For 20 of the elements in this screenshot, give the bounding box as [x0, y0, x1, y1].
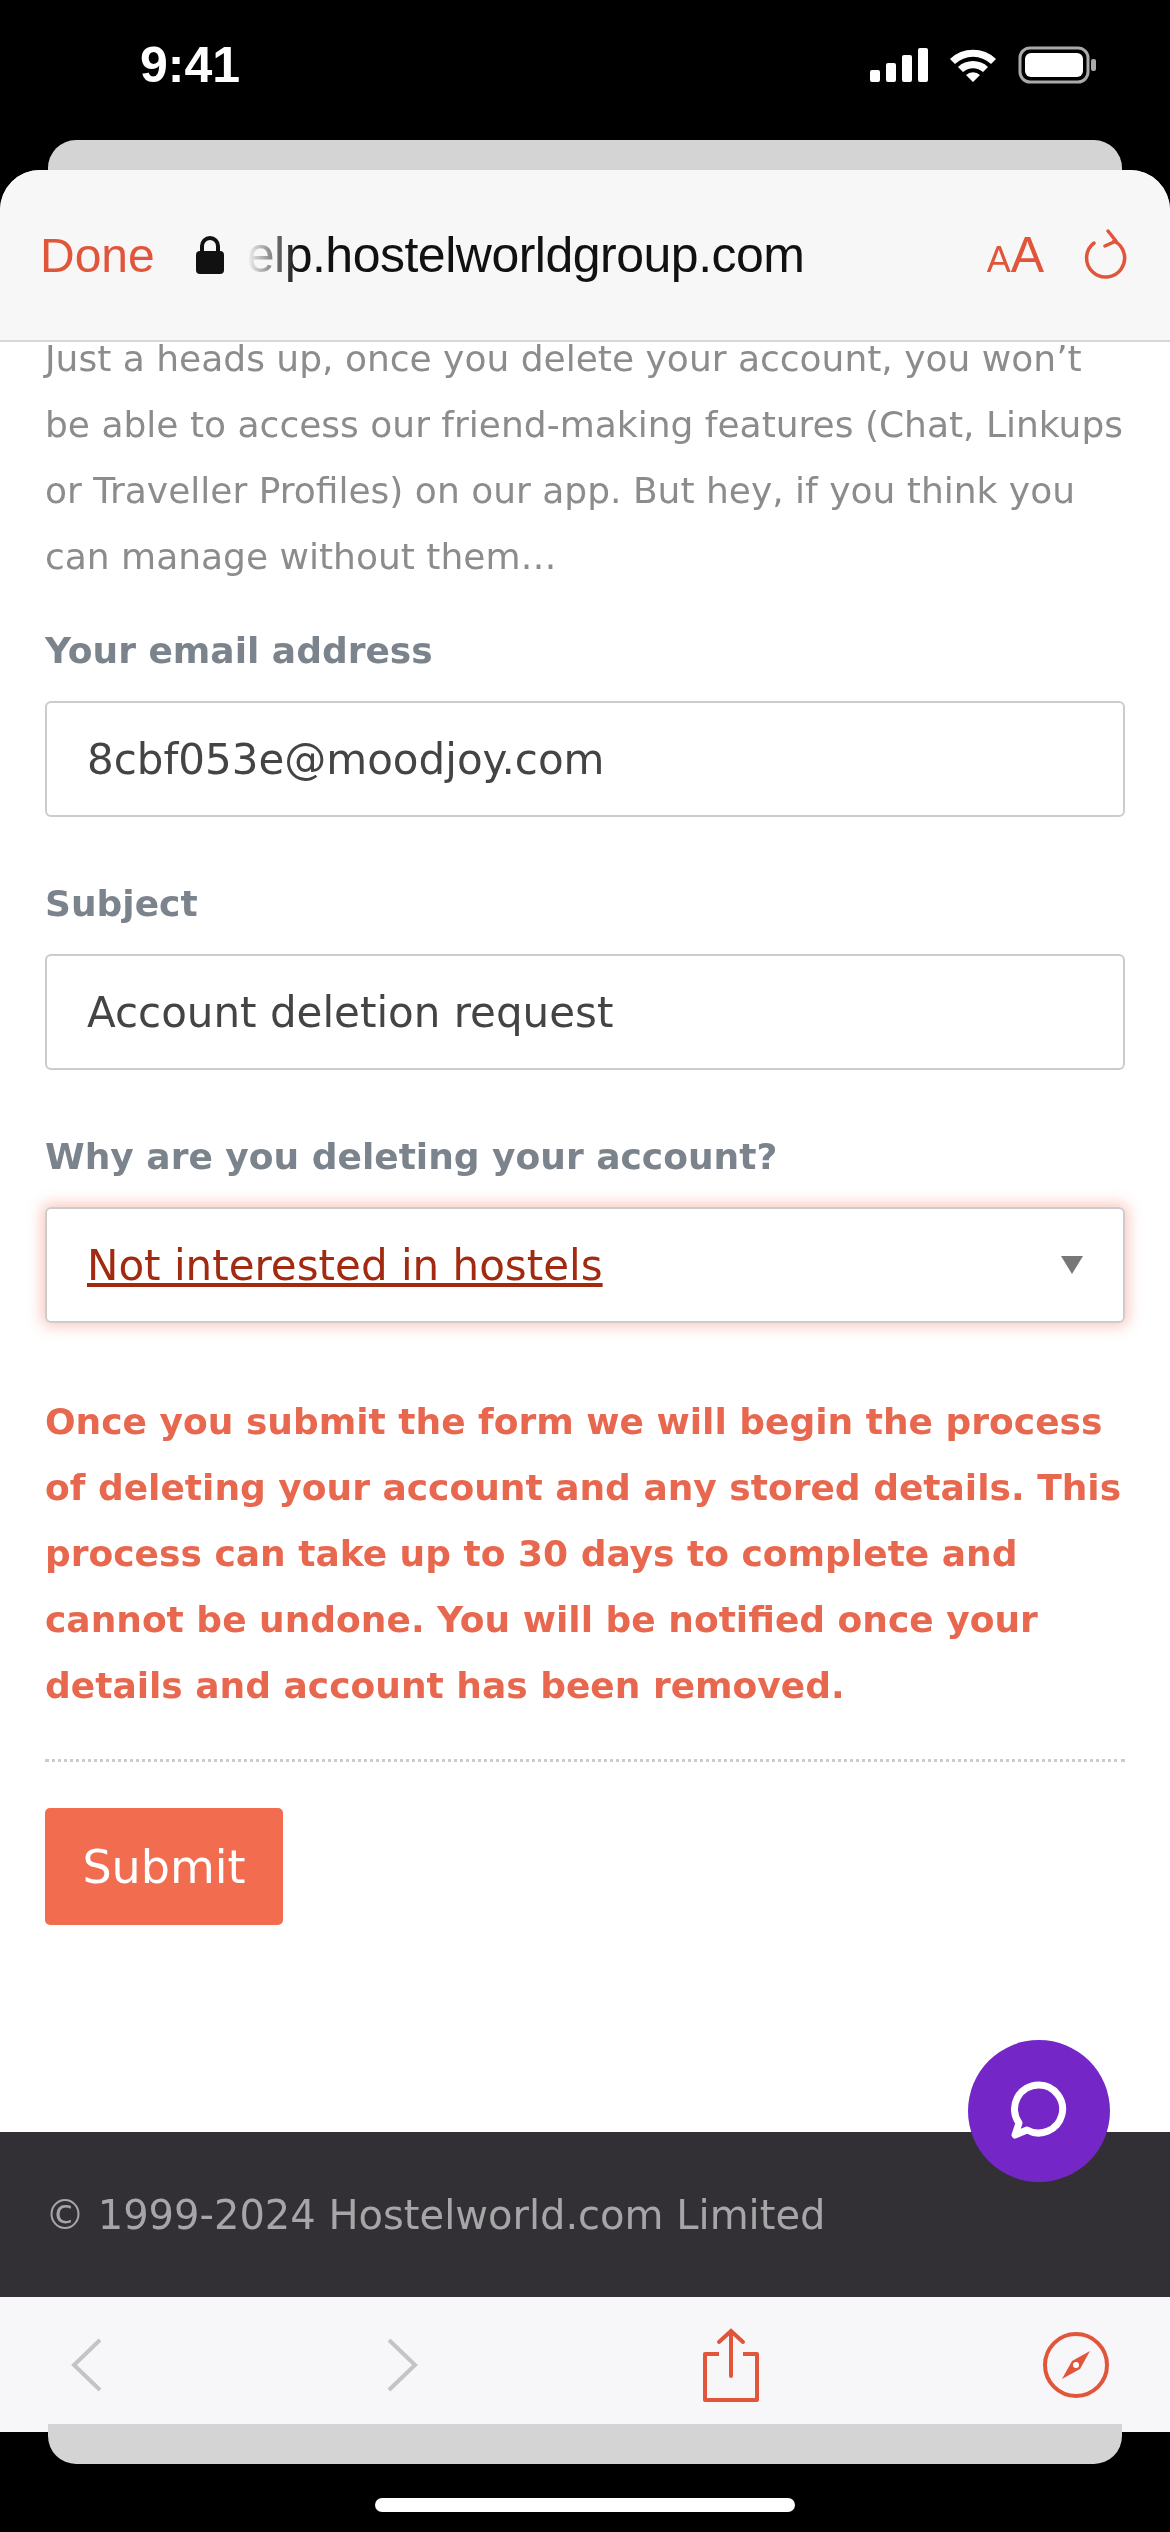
url-text[interactable]: elp.hostelworldgroup.com — [246, 226, 805, 284]
caret-icon — [1061, 1256, 1083, 1274]
text-size-button[interactable]: AA — [986, 226, 1044, 284]
compass-icon[interactable] — [1042, 2330, 1110, 2399]
copyright-text: © 1999-2024 Hostelworld.com Limited — [45, 2191, 826, 2238]
field-label: Why are you deleting your account? — [45, 1136, 779, 1177]
done-button[interactable]: Done — [40, 227, 155, 283]
field-label: Your email address — [45, 630, 434, 671]
share-icon[interactable] — [700, 2327, 761, 2402]
field-label: Subject — [45, 883, 199, 924]
input-field[interactable]: Account deletion request — [45, 954, 1125, 1070]
reason-dropdown[interactable]: Not interested in hostels — [45, 1207, 1125, 1323]
warning-paragraph: Once you submit the form we will begin the process of deleting your account and any stored details. This process can take up to 30 days to complete and cannot be undone. You will be notified once your details and account has been removed. — [45, 1400, 1123, 1708]
signal-icon — [870, 48, 928, 82]
lock-icon — [194, 235, 225, 275]
status-time: 9:41 — [140, 36, 241, 94]
battery-icon — [1018, 46, 1098, 84]
wifi-icon — [948, 47, 998, 83]
input-field[interactable]: 8cbf053e@moodjoy.com — [45, 701, 1125, 817]
intro-paragraph: Just a heads up, once you delete your account, you won’t be able to access our friend-making features (Chat, Linkups or Traveller Profiles) on our app. But hey, if you think you can manage without them… — [45, 342, 1124, 579]
